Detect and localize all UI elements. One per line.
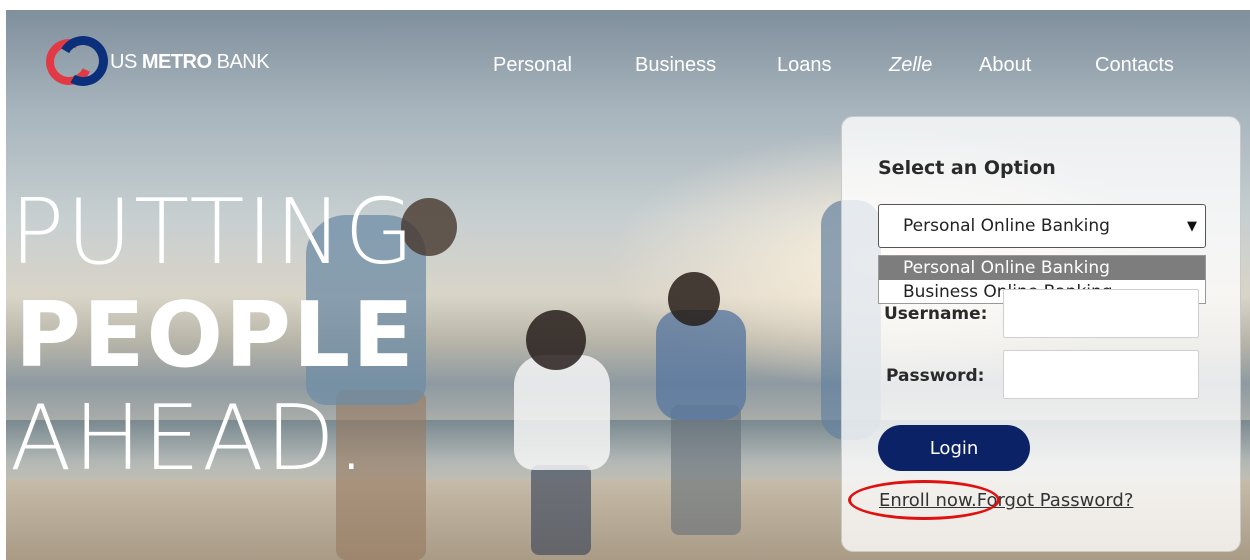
brand-name: US METRO BANK xyxy=(110,50,270,73)
login-card-title: Select an Option xyxy=(878,157,1056,179)
nav-about[interactable]: About xyxy=(979,54,1031,77)
girl-figure xyxy=(514,355,610,470)
username-field[interactable] xyxy=(1003,289,1199,338)
chevron-down-icon: ▼ xyxy=(1187,219,1197,234)
password-field[interactable] xyxy=(1003,350,1199,399)
headline-line-3: AHEAD. xyxy=(10,386,368,491)
forgot-password-link[interactable]: Forgot Password? xyxy=(977,490,1134,511)
login-button[interactable]: Login xyxy=(878,425,1030,471)
nav-loans[interactable]: Loans xyxy=(777,54,832,77)
brand-logo[interactable]: US METRO BANK xyxy=(39,30,270,92)
headline-line-2: PEOPLE xyxy=(15,283,416,388)
girl-figure xyxy=(531,465,591,555)
option-personal-banking[interactable]: Personal Online Banking xyxy=(879,256,1205,280)
headline-line-1: PUTTING xyxy=(10,180,417,285)
nav-business[interactable]: Business xyxy=(635,54,716,77)
boy-figure xyxy=(671,405,741,535)
nav-contacts[interactable]: Contacts xyxy=(1095,54,1174,77)
logo-mark-icon xyxy=(39,30,114,92)
girl-figure xyxy=(526,310,586,370)
password-label: Password: xyxy=(886,366,985,386)
username-label: Username: xyxy=(884,304,988,324)
selected-option: Personal Online Banking xyxy=(903,216,1110,236)
boy-figure xyxy=(668,272,720,326)
nav-personal[interactable]: Personal xyxy=(493,54,572,77)
boy-figure xyxy=(656,310,746,420)
nav-zelle[interactable]: Zelle xyxy=(889,54,932,77)
highlight-circle xyxy=(848,480,1000,520)
banking-type-select[interactable]: Personal Online Banking ▼ xyxy=(878,204,1206,248)
